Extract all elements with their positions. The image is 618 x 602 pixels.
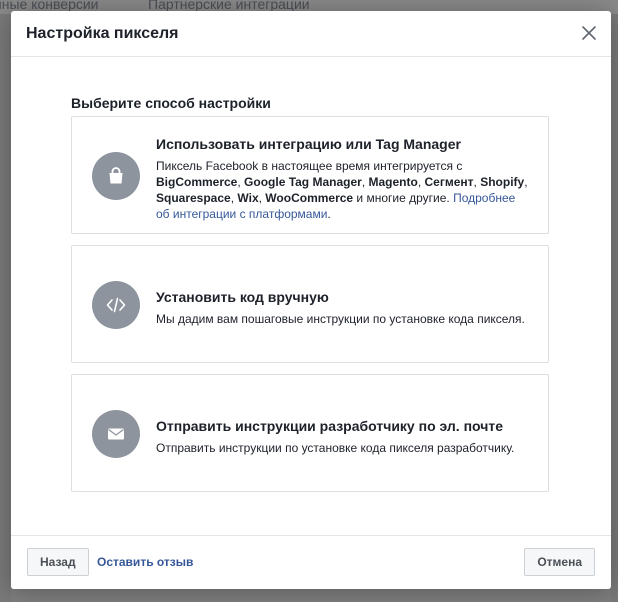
platform-name: Shopify: [480, 175, 525, 189]
option-manual-text: Установить код вручную Мы дадим вам поша…: [156, 288, 530, 327]
option-integration-description: Пиксель Facebook в настоящее время интег…: [156, 158, 530, 222]
section-title: Выберите способ настройки: [71, 95, 271, 111]
pixel-setup-dialog: Настройка пикселя Выберите способ настро…: [11, 11, 611, 589]
option-email-icon-circle: [92, 410, 140, 458]
description-text: .: [327, 207, 331, 221]
option-integration[interactable]: Использовать интеграцию или Tag Manager …: [71, 116, 549, 234]
background-overlay-right: [611, 14, 618, 602]
close-button[interactable]: [581, 25, 597, 41]
back-button[interactable]: Назад: [27, 548, 89, 576]
dialog-title: Настройка пикселя: [26, 25, 179, 42]
description-text: Пиксель Facebook в настоящее время интег…: [156, 159, 463, 173]
option-manual-title: Установить код вручную: [156, 289, 329, 305]
shopping-bag-icon: [109, 167, 123, 184]
cancel-button[interactable]: Отмена: [524, 548, 595, 576]
option-email-title: Отправить инструкции разработчику по эл.…: [156, 418, 503, 434]
feedback-link[interactable]: Оставить отзыв: [97, 555, 193, 569]
option-email-developer[interactable]: Отправить инструкции разработчику по эл.…: [71, 374, 549, 492]
dialog-header: Настройка пикселя: [11, 11, 611, 57]
platform-name: BigCommerce: [156, 175, 238, 189]
description-text: ,: [417, 175, 425, 189]
platform-name: WooCommerce: [265, 191, 354, 205]
option-integration-icon-circle: [92, 152, 140, 200]
option-manual-icon-circle: [92, 281, 140, 329]
background-overlay-left: [0, 14, 11, 602]
envelope-icon: [108, 428, 124, 440]
option-email-text: Отправить инструкции разработчику по эл.…: [156, 417, 530, 456]
dialog-body: Выберите способ настройки Использовать и…: [11, 57, 611, 535]
platform-name: Wix: [237, 191, 259, 205]
platform-name: Google Tag Manager: [244, 175, 362, 189]
platform-name: Magento: [368, 175, 418, 189]
option-integration-text: Использовать интеграцию или Tag Manager …: [156, 135, 530, 222]
description-text: ,: [361, 175, 369, 189]
description-text: ,: [524, 175, 528, 189]
platform-name: Squarespace: [156, 191, 231, 205]
option-manual-description: Мы дадим вам пошаговые инструкции по уст…: [156, 312, 525, 326]
description-text: и многие другие.: [353, 191, 454, 205]
dialog-footer: Назад Оставить отзыв Отмена: [11, 535, 611, 589]
option-integration-title: Использовать интеграцию или Tag Manager: [156, 136, 461, 152]
code-icon: [106, 297, 126, 313]
platform-name: Сегмент: [424, 175, 474, 189]
option-email-description: Отправить инструкции по установке кода п…: [156, 441, 515, 455]
option-manual-install[interactable]: Установить код вручную Мы дадим вам поша…: [71, 245, 549, 363]
close-icon: [582, 26, 596, 40]
